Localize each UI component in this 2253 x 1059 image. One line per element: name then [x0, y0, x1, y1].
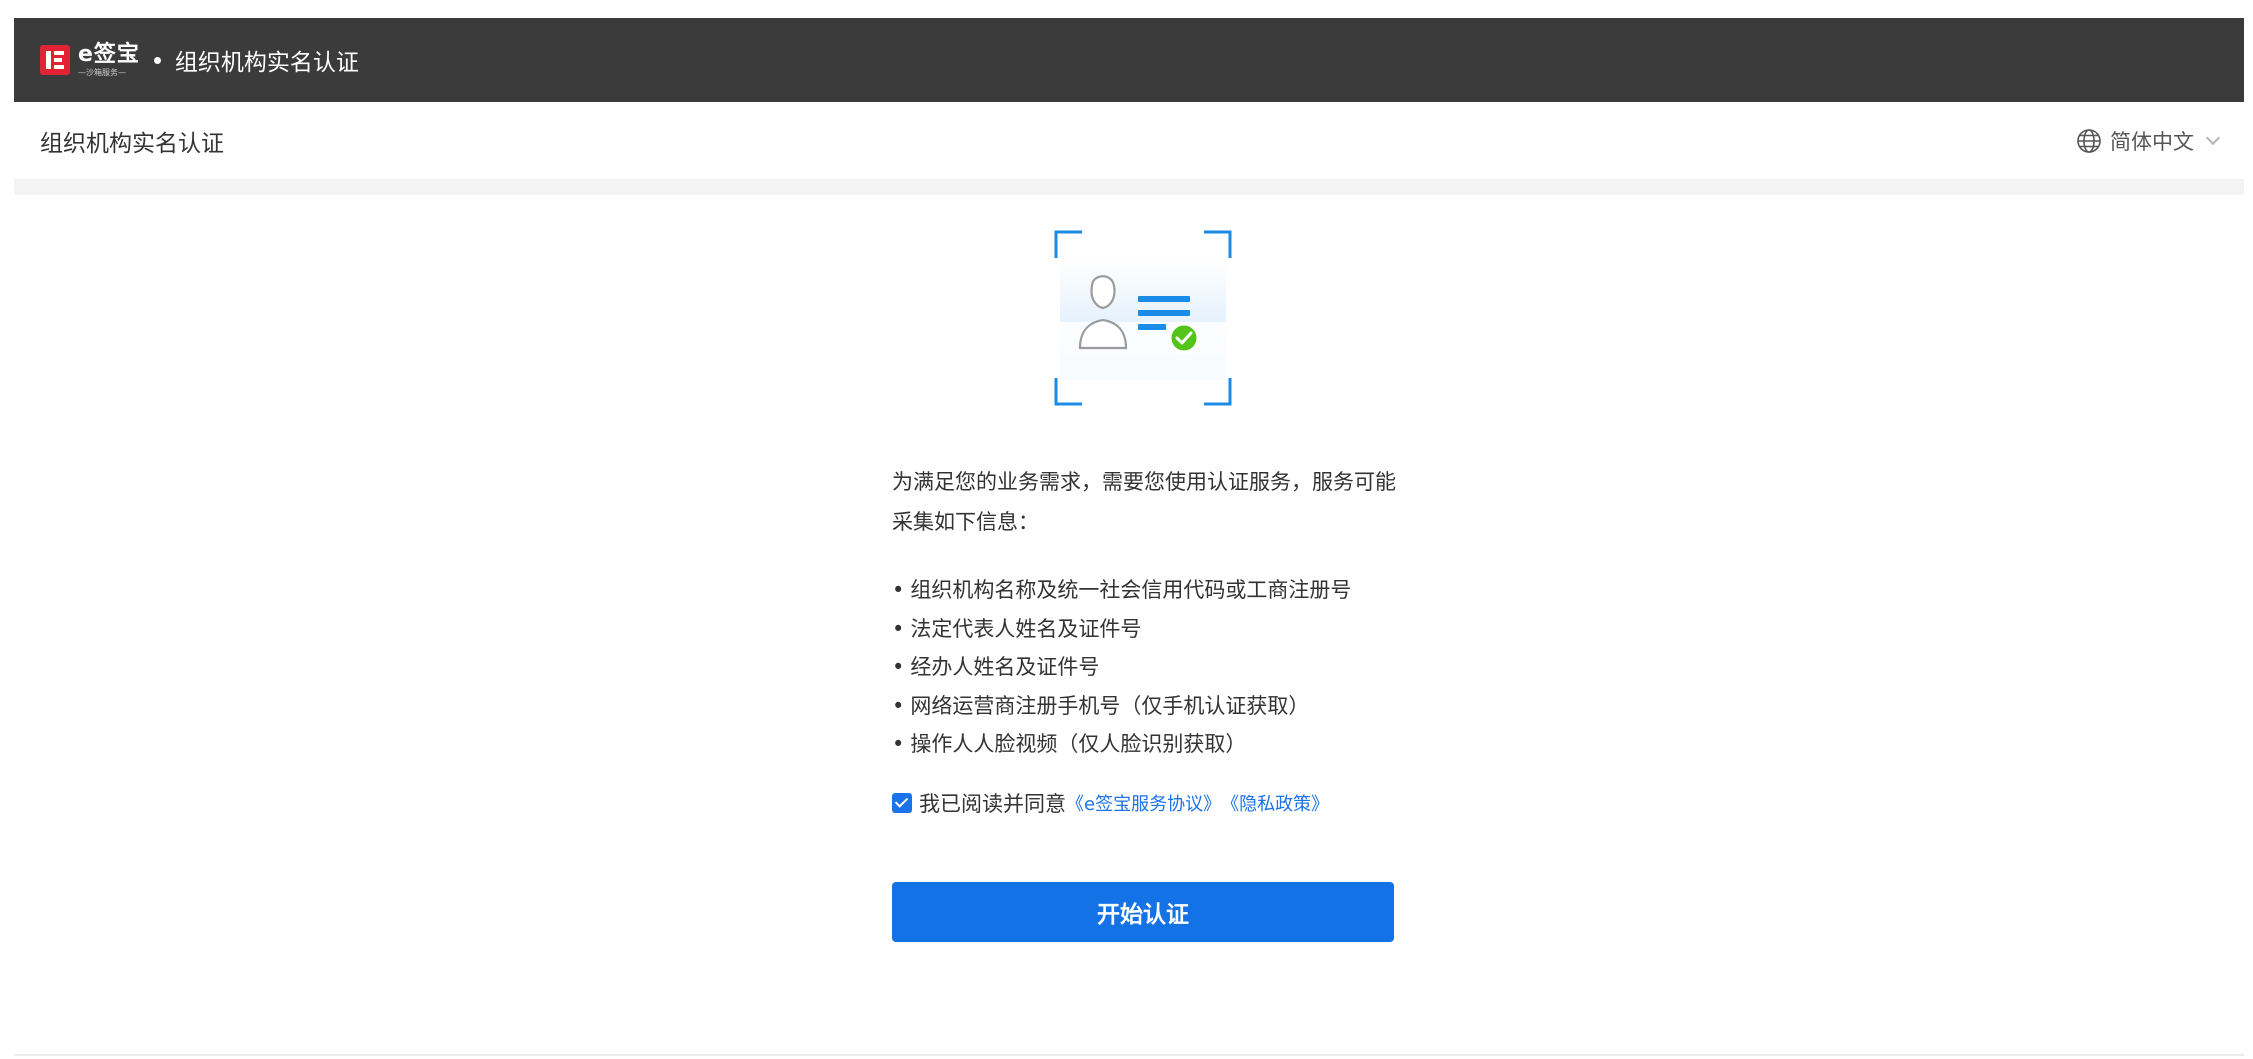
brand-logo-text: e签宝 —沙箱服务—	[78, 41, 140, 77]
brand-name: e签宝	[78, 41, 140, 67]
page-frame: e签宝 —沙箱服务— 组织机构实名认证 组织机构实名认证 简体中文 为满足您的业…	[14, 18, 2244, 1059]
top-bar: e签宝 —沙箱服务— 组织机构实名认证	[14, 18, 2244, 102]
separator-dot	[153, 56, 161, 64]
list-item: 网络运营商注册手机号（仅手机认证获取）	[892, 687, 1351, 726]
list-item: 经办人姓名及证件号	[892, 648, 1351, 687]
globe-icon	[2077, 128, 2101, 153]
brand-subtitle: —沙箱服务—	[78, 67, 126, 77]
header-title: 组织机构实名认证	[174, 50, 359, 76]
check-badge-icon	[1168, 322, 1200, 354]
list-item: 组织机构名称及统一社会信用代码或工商注册号	[892, 571, 1351, 610]
start-verification-button[interactable]: 开始认证	[892, 882, 1394, 942]
intro-text: 为满足您的业务需求，需要您使用认证服务，服务可能采集如下信息：	[892, 470, 1396, 534]
list-item: 操作人人脸视频（仅人脸识别获取）	[892, 725, 1351, 764]
page-title: 组织机构实名认证	[40, 130, 224, 157]
privacy-policy-link[interactable]: 《隐私政策》	[1221, 790, 1329, 816]
language-label: 简体中文	[2110, 129, 2194, 154]
agreement-prefix: 我已阅读并同意	[919, 792, 1066, 816]
agree-checkbox[interactable]	[892, 793, 912, 813]
brand-logo-icon	[40, 45, 70, 75]
id-verification-illustration	[1054, 230, 1232, 406]
header-divider	[14, 179, 2244, 195]
sub-header: 组织机构实名认证 简体中文	[14, 102, 2244, 179]
collected-info-list: 组织机构名称及统一社会信用代码或工商注册号 法定代表人姓名及证件号 经办人姓名及…	[892, 571, 1351, 764]
list-item: 法定代表人姓名及证件号	[892, 610, 1351, 649]
language-selector[interactable]: 简体中文	[2076, 126, 2221, 156]
agreement-row: 我已阅读并同意 《e签宝服务协议》 《隐私政策》	[892, 788, 1329, 818]
bottom-divider	[14, 1054, 2244, 1056]
service-agreement-link[interactable]: 《e签宝服务协议》	[1066, 790, 1221, 816]
chevron-down-icon	[2205, 130, 2221, 145]
